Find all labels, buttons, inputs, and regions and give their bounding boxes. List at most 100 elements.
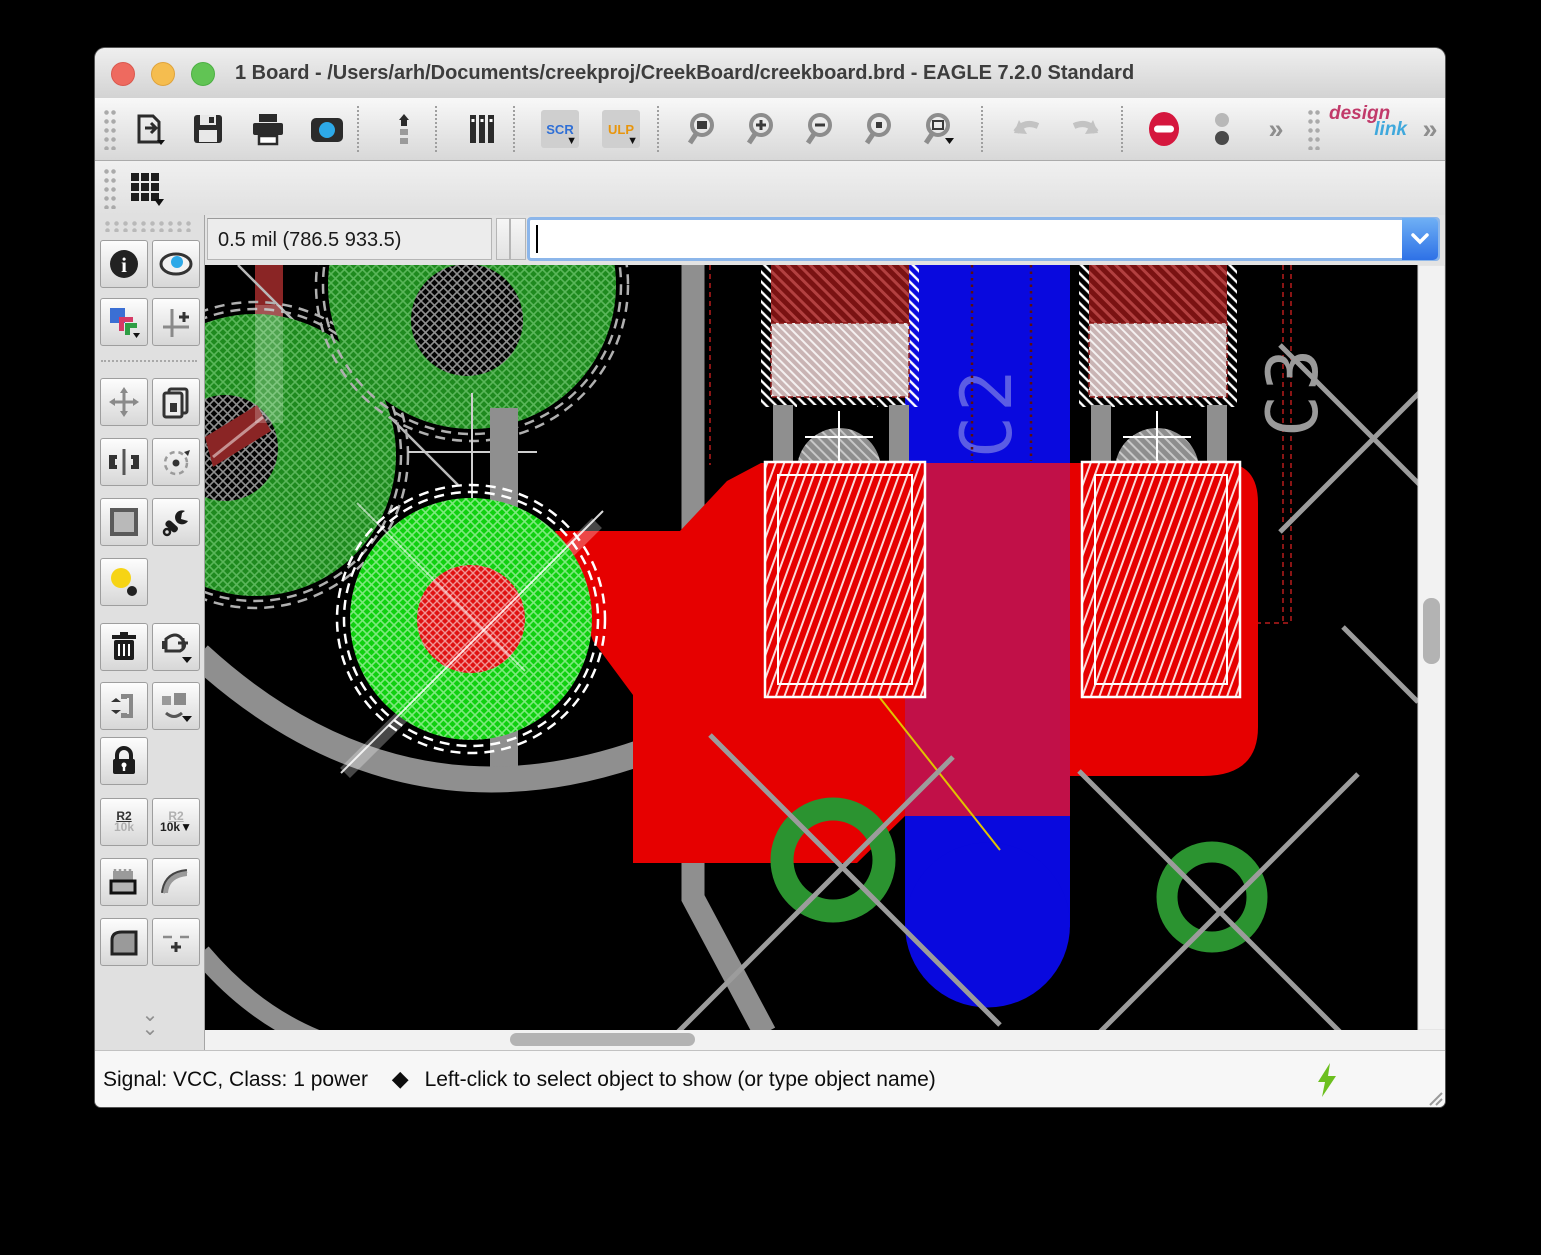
zoom-select-button[interactable] bbox=[858, 106, 904, 152]
status-bar: Signal: VCC, Class: 1 power ◆ Left-click… bbox=[95, 1050, 1445, 1107]
export-image-button[interactable] bbox=[304, 106, 350, 152]
palette-separator bbox=[101, 360, 197, 362]
smd-pad-right-vcc[interactable] bbox=[1082, 462, 1240, 697]
save-icon bbox=[189, 110, 227, 148]
tool-delete[interactable] bbox=[100, 623, 148, 671]
toolbar-drag-handle[interactable] bbox=[103, 167, 117, 209]
resize-grip[interactable] bbox=[1425, 1088, 1443, 1106]
run-ulp-button[interactable]: ULP▼ bbox=[598, 106, 644, 152]
miter-icon bbox=[159, 865, 193, 899]
library-icon bbox=[463, 110, 501, 148]
camera-icon bbox=[308, 110, 346, 148]
window-title: 1 Board - /Users/arh/Documents/creekproj… bbox=[235, 48, 1425, 98]
zoom-select-icon bbox=[862, 110, 900, 148]
zoom-in-button[interactable] bbox=[740, 106, 786, 152]
smd-pad-left-vcc[interactable] bbox=[765, 462, 925, 697]
horizontal-scrollbar-track[interactable] bbox=[205, 1030, 1445, 1050]
run-script-button[interactable]: SCR▼ bbox=[537, 106, 583, 152]
copy-icon bbox=[159, 385, 193, 419]
tool-value[interactable]: R2 10k▼ bbox=[152, 798, 200, 846]
stop-button[interactable] bbox=[1141, 106, 1187, 152]
board-canvas[interactable]: C2 bbox=[205, 265, 1445, 1050]
eye-icon bbox=[158, 247, 194, 281]
undo-button[interactable] bbox=[1003, 106, 1049, 152]
window-buttons-button[interactable] bbox=[1199, 106, 1245, 152]
open-button[interactable] bbox=[127, 106, 173, 152]
horizontal-scrollbar-thumb[interactable] bbox=[510, 1033, 695, 1046]
tool-show[interactable] bbox=[152, 240, 200, 288]
chevron-down-icon bbox=[1411, 233, 1429, 245]
toolbar-overflow-button[interactable]: » bbox=[1253, 106, 1299, 152]
brand-overflow-button[interactable]: » bbox=[1407, 106, 1445, 152]
zoom-button[interactable] bbox=[191, 62, 215, 86]
tool-mirror[interactable] bbox=[100, 438, 148, 486]
layers-icon bbox=[107, 305, 141, 339]
tool-pinswap[interactable] bbox=[100, 682, 148, 730]
toolbar-separator bbox=[435, 106, 437, 152]
tool-split[interactable] bbox=[100, 918, 148, 966]
palette-drag-handle[interactable] bbox=[103, 220, 193, 232]
vertical-scrollbar-thumb[interactable] bbox=[1423, 598, 1440, 664]
rotate-icon bbox=[159, 445, 193, 479]
close-button[interactable] bbox=[111, 62, 135, 86]
tool-replace[interactable] bbox=[152, 682, 200, 730]
minimize-button[interactable] bbox=[151, 62, 175, 86]
tool-info[interactable]: i bbox=[100, 240, 148, 288]
zoom-redraw-button[interactable] bbox=[917, 106, 963, 152]
zoom-in-icon bbox=[744, 110, 782, 148]
tool-name[interactable]: R2 10k bbox=[100, 798, 148, 846]
status-hint: Left-click to select object to show (or … bbox=[425, 1068, 936, 1091]
grid-button[interactable] bbox=[123, 165, 169, 211]
toolbar-drag-handle[interactable] bbox=[1307, 108, 1321, 150]
command-history-dropdown[interactable] bbox=[1402, 218, 1438, 260]
add-part-icon bbox=[158, 629, 194, 665]
tool-rotate[interactable] bbox=[152, 438, 200, 486]
command-input[interactable] bbox=[527, 217, 1440, 261]
panel-splitter[interactable] bbox=[496, 218, 510, 260]
wrench-icon bbox=[159, 505, 193, 539]
tool-add[interactable] bbox=[152, 623, 200, 671]
grid-toolbar bbox=[95, 161, 1445, 216]
pinhole-button[interactable] bbox=[381, 106, 427, 152]
redo-button[interactable] bbox=[1063, 106, 1109, 152]
mirror-icon bbox=[107, 445, 141, 479]
svg-text:i: i bbox=[121, 253, 127, 277]
title-bar[interactable]: 1 Board - /Users/arh/Documents/creekproj… bbox=[95, 48, 1445, 99]
tool-paint[interactable] bbox=[100, 558, 148, 606]
tool-optimize[interactable] bbox=[152, 918, 200, 966]
library-button[interactable] bbox=[459, 106, 505, 152]
tool-group[interactable] bbox=[100, 498, 148, 546]
tool-display-layers[interactable] bbox=[100, 298, 148, 346]
tool-change[interactable] bbox=[152, 498, 200, 546]
mark-icon bbox=[159, 305, 193, 339]
tool-miter[interactable] bbox=[152, 858, 200, 906]
pinhole-icon bbox=[385, 110, 423, 148]
design-link-logo[interactable]: design link bbox=[1329, 104, 1407, 154]
info-icon: i bbox=[107, 247, 141, 281]
toolbar-drag-handle[interactable] bbox=[103, 108, 117, 150]
layer-overlap-magenta bbox=[905, 463, 1070, 816]
ratsnest-bolt-icon bbox=[1314, 1063, 1340, 1097]
tool-copy[interactable] bbox=[152, 378, 200, 426]
stop-icon bbox=[1144, 109, 1184, 149]
zoom-out-button[interactable] bbox=[799, 106, 845, 152]
toolbar-separator bbox=[981, 106, 983, 152]
save-button[interactable] bbox=[185, 106, 231, 152]
tool-mark[interactable] bbox=[152, 298, 200, 346]
print-button[interactable] bbox=[245, 106, 291, 152]
main-toolbar: SCR▼ ULP▼ bbox=[95, 98, 1445, 161]
zoom-fit-button[interactable] bbox=[681, 106, 727, 152]
move-icon bbox=[107, 385, 141, 419]
diamond-icon: ◆ bbox=[392, 1066, 409, 1091]
tool-lock[interactable] bbox=[100, 737, 148, 785]
redo-icon bbox=[1066, 110, 1106, 148]
undo-icon bbox=[1006, 110, 1046, 148]
scr-icon: SCR▼ bbox=[541, 110, 579, 148]
tool-move[interactable] bbox=[100, 378, 148, 426]
group-icon bbox=[107, 505, 141, 539]
tool-smash[interactable] bbox=[100, 858, 148, 906]
more-tools-button[interactable]: ⌄⌄ bbox=[95, 1008, 205, 1036]
panel-splitter[interactable] bbox=[510, 218, 526, 260]
status-signal-info: Signal: VCC, Class: 1 power bbox=[103, 1068, 368, 1091]
text-caret bbox=[536, 225, 538, 253]
